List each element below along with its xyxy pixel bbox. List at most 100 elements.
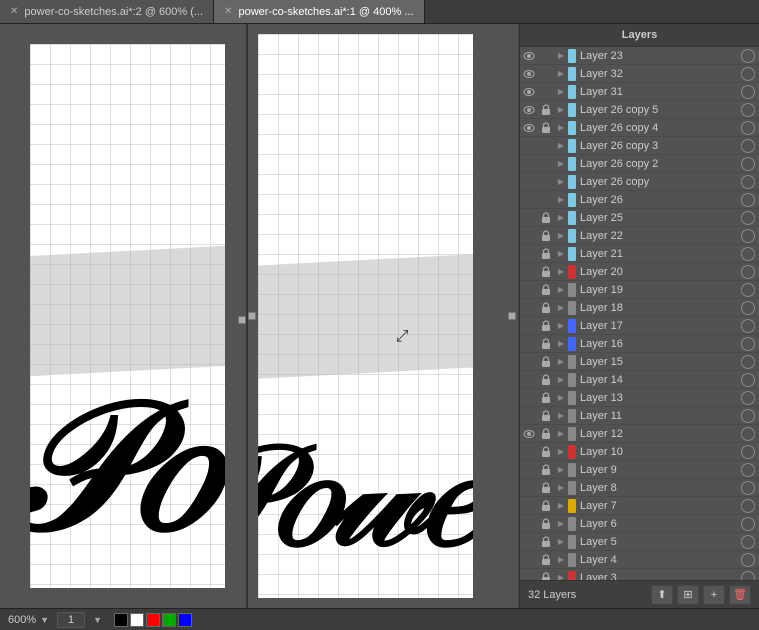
layer-visibility-icon[interactable] — [520, 173, 538, 191]
layer-row[interactable]: ▶Layer 31 — [520, 83, 759, 101]
canvas-panel-right[interactable]: 𝒫𝑜𝓌𝑒𝓇 ⤢ — [248, 24, 519, 608]
layer-lock-icon[interactable] — [538, 479, 554, 497]
layer-expand-arrow[interactable]: ▶ — [554, 191, 568, 209]
zoom-arrow-down[interactable]: ▼ — [40, 615, 49, 625]
layer-lock-icon[interactable] — [538, 173, 554, 191]
layer-row[interactable]: ▶Layer 6 — [520, 515, 759, 533]
layer-row[interactable]: ▶Layer 14 — [520, 371, 759, 389]
layer-lock-icon[interactable] — [538, 245, 554, 263]
layer-row[interactable]: ▶Layer 15 — [520, 353, 759, 371]
layer-expand-arrow[interactable]: ▶ — [554, 119, 568, 137]
layer-visibility-icon[interactable] — [520, 263, 538, 281]
layer-expand-arrow[interactable]: ▶ — [554, 407, 568, 425]
layer-expand-arrow[interactable]: ▶ — [554, 425, 568, 443]
layer-visibility-icon[interactable] — [520, 155, 538, 173]
layer-expand-arrow[interactable]: ▶ — [554, 209, 568, 227]
layer-target-circle[interactable] — [741, 175, 755, 189]
layer-visibility-icon[interactable] — [520, 65, 538, 83]
layer-expand-arrow[interactable]: ▶ — [554, 371, 568, 389]
layer-visibility-icon[interactable] — [520, 245, 538, 263]
layer-lock-icon[interactable] — [538, 443, 554, 461]
layer-expand-arrow[interactable]: ▶ — [554, 515, 568, 533]
layer-row[interactable]: ▶Layer 12 — [520, 425, 759, 443]
layer-lock-icon[interactable] — [538, 551, 554, 569]
layers-new-btn[interactable]: + — [703, 585, 725, 605]
layer-visibility-icon[interactable] — [520, 227, 538, 245]
layer-row[interactable]: ▶Layer 3 — [520, 569, 759, 580]
layer-target-circle[interactable] — [741, 103, 755, 117]
layer-lock-icon[interactable] — [538, 461, 554, 479]
layer-row[interactable]: ▶Layer 4 — [520, 551, 759, 569]
layer-target-circle[interactable] — [741, 517, 755, 531]
layer-target-circle[interactable] — [741, 535, 755, 549]
layer-visibility-icon[interactable] — [520, 551, 538, 569]
layer-target-circle[interactable] — [741, 373, 755, 387]
layer-expand-arrow[interactable]: ▶ — [554, 569, 568, 581]
artboard-input[interactable] — [57, 612, 85, 628]
layer-lock-icon[interactable] — [538, 299, 554, 317]
layer-expand-arrow[interactable]: ▶ — [554, 173, 568, 191]
layer-row[interactable]: ▶Layer 22 — [520, 227, 759, 245]
layer-lock-icon[interactable] — [538, 263, 554, 281]
layer-target-circle[interactable] — [741, 319, 755, 333]
layer-visibility-icon[interactable] — [520, 425, 538, 443]
layer-row[interactable]: ▶Layer 32 — [520, 65, 759, 83]
layer-target-circle[interactable] — [741, 121, 755, 135]
layer-row[interactable]: ▶Layer 26 copy — [520, 173, 759, 191]
layer-visibility-icon[interactable] — [520, 335, 538, 353]
layer-target-circle[interactable] — [741, 301, 755, 315]
layer-expand-arrow[interactable]: ▶ — [554, 137, 568, 155]
layer-target-circle[interactable] — [741, 499, 755, 513]
layer-visibility-icon[interactable] — [520, 389, 538, 407]
layer-expand-arrow[interactable]: ▶ — [554, 83, 568, 101]
layers-delete-btn[interactable]: 🗑 — [729, 585, 751, 605]
tab-close-icon[interactable]: ✕ — [10, 6, 18, 17]
layer-row[interactable]: ▶Layer 26 — [520, 191, 759, 209]
layer-lock-icon[interactable] — [538, 137, 554, 155]
layer-lock-icon[interactable] — [538, 281, 554, 299]
layer-lock-icon[interactable] — [538, 209, 554, 227]
layer-visibility-icon[interactable] — [520, 209, 538, 227]
layer-target-circle[interactable] — [741, 481, 755, 495]
layer-expand-arrow[interactable]: ▶ — [554, 551, 568, 569]
layer-target-circle[interactable] — [741, 85, 755, 99]
layer-visibility-icon[interactable] — [520, 371, 538, 389]
layer-visibility-icon[interactable] — [520, 299, 538, 317]
layer-visibility-icon[interactable] — [520, 497, 538, 515]
swatch-red[interactable] — [146, 613, 160, 627]
layer-target-circle[interactable] — [741, 211, 755, 225]
layer-expand-arrow[interactable]: ▶ — [554, 497, 568, 515]
layers-list[interactable]: ▶Layer 23▶Layer 32▶Layer 31▶Layer 26 cop… — [520, 47, 759, 580]
layer-target-circle[interactable] — [741, 139, 755, 153]
layer-expand-arrow[interactable]: ▶ — [554, 335, 568, 353]
layer-target-circle[interactable] — [741, 571, 755, 581]
layer-lock-icon[interactable] — [538, 191, 554, 209]
layer-visibility-icon[interactable] — [520, 461, 538, 479]
layer-lock-icon[interactable] — [538, 83, 554, 101]
layer-row[interactable]: ▶Layer 20 — [520, 263, 759, 281]
layer-expand-arrow[interactable]: ▶ — [554, 533, 568, 551]
layer-target-circle[interactable] — [741, 157, 755, 171]
tab-1[interactable]: ✕ power-co-sketches.ai*:2 @ 600% (... — [0, 0, 214, 23]
layer-lock-icon[interactable] — [538, 65, 554, 83]
layer-visibility-icon[interactable] — [520, 407, 538, 425]
layer-row[interactable]: ▶Layer 18 — [520, 299, 759, 317]
layer-expand-arrow[interactable]: ▶ — [554, 479, 568, 497]
layer-visibility-icon[interactable] — [520, 479, 538, 497]
layer-row[interactable]: ▶Layer 25 — [520, 209, 759, 227]
tab-2[interactable]: ✕ power-co-sketches.ai*:1 @ 400% ... — [214, 0, 424, 23]
layer-visibility-icon[interactable] — [520, 47, 538, 65]
layer-expand-arrow[interactable]: ▶ — [554, 263, 568, 281]
layer-visibility-icon[interactable] — [520, 191, 538, 209]
layer-target-circle[interactable] — [741, 445, 755, 459]
layer-row[interactable]: ▶Layer 19 — [520, 281, 759, 299]
layer-lock-icon[interactable] — [538, 155, 554, 173]
layer-lock-icon[interactable] — [538, 533, 554, 551]
layer-lock-icon[interactable] — [538, 569, 554, 581]
layer-lock-icon[interactable] — [538, 407, 554, 425]
handle-dot-right[interactable] — [238, 316, 246, 324]
layer-expand-arrow[interactable]: ▶ — [554, 281, 568, 299]
layer-lock-icon[interactable] — [538, 515, 554, 533]
layer-lock-icon[interactable] — [538, 425, 554, 443]
layer-expand-arrow[interactable]: ▶ — [554, 353, 568, 371]
